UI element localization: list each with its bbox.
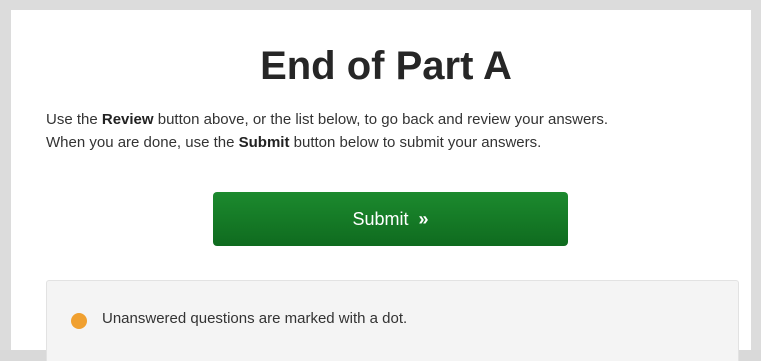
instructions-line-2-prefix: When you are done, use the bbox=[46, 134, 239, 151]
submit-button-label: Submit bbox=[352, 208, 409, 229]
page-title: End of Part A bbox=[260, 44, 512, 88]
instructions-line-1-suffix: button above, or the list below, to go b… bbox=[153, 111, 609, 128]
double-chevron-right-icon: » bbox=[418, 208, 429, 229]
instructions-line-2-suffix: button below to submit your answers. bbox=[289, 134, 542, 151]
instructions-line-1-prefix: Use the bbox=[46, 111, 102, 128]
instructions-line-2: When you are done, use the Submit button… bbox=[46, 131, 746, 154]
window-frame: End of Part A Use the Review button abov… bbox=[0, 0, 761, 361]
review-keyword: Review bbox=[101, 111, 154, 128]
content-panel: End of Part A Use the Review button abov… bbox=[11, 10, 751, 361]
instructions: Use the Review button above, or the list… bbox=[46, 108, 746, 154]
unanswered-notice: Unanswered questions are marked with a d… bbox=[46, 280, 739, 361]
submit-keyword: Submit bbox=[238, 134, 290, 151]
notice-text: Unanswered questions are marked with a d… bbox=[102, 310, 408, 327]
submit-button[interactable]: Submit » bbox=[213, 192, 568, 246]
instructions-line-1: Use the Review button above, or the list… bbox=[46, 108, 746, 131]
unanswered-dot-icon bbox=[71, 313, 87, 329]
